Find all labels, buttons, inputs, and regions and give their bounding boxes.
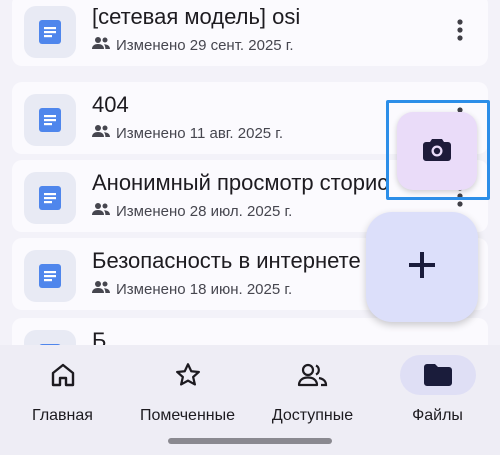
- plus-icon: [407, 250, 437, 285]
- people-icon: [275, 355, 351, 395]
- gesture-handle[interactable]: [168, 438, 332, 444]
- folder-icon: [399, 355, 476, 395]
- doc-icon: [24, 172, 76, 224]
- more-vert-icon[interactable]: [450, 12, 470, 48]
- nav-label: Файлы: [412, 407, 463, 424]
- file-row[interactable]: [сетевая модель] osi Изменено 29 сент. 2…: [12, 0, 488, 66]
- people-icon: [92, 124, 110, 142]
- nav-home[interactable]: Главная: [0, 355, 125, 427]
- star-icon: [150, 355, 226, 395]
- people-icon: [92, 36, 110, 54]
- file-title: 404: [92, 92, 129, 117]
- people-icon: [92, 202, 110, 220]
- doc-icon: [24, 250, 76, 302]
- create-button[interactable]: [366, 212, 478, 322]
- file-modified: Изменено 28 июл. 2025 г.: [116, 202, 293, 220]
- nav-label: Помеченные: [139, 407, 236, 424]
- doc-icon: [24, 330, 76, 345]
- file-modified: Изменено 18 июн. 2025 г.: [116, 280, 293, 298]
- file-title: Анонимный просмотр сторис: [92, 170, 389, 195]
- scan-camera-button[interactable]: [397, 112, 477, 190]
- camera-icon: [422, 136, 452, 167]
- file-row[interactable]: Б: [12, 318, 488, 345]
- people-icon: [92, 280, 110, 298]
- doc-icon: [24, 94, 76, 146]
- file-modified: Изменено 29 сент. 2025 г.: [116, 36, 294, 54]
- nav-files[interactable]: Файлы: [375, 355, 500, 427]
- file-modified: Изменено 11 авг. 2025 г.: [116, 124, 284, 142]
- home-icon: [25, 355, 101, 395]
- file-title: [сетевая модель] osi: [92, 4, 301, 29]
- file-title: Безопасность в интернете: [92, 248, 361, 273]
- file-title: Б: [92, 328, 107, 345]
- nav-label: Доступные: [271, 407, 354, 424]
- nav-starred[interactable]: Помеченные: [125, 355, 250, 427]
- nav-label: Главная: [32, 407, 93, 424]
- doc-icon: [24, 6, 76, 58]
- nav-shared[interactable]: Доступные: [250, 355, 375, 427]
